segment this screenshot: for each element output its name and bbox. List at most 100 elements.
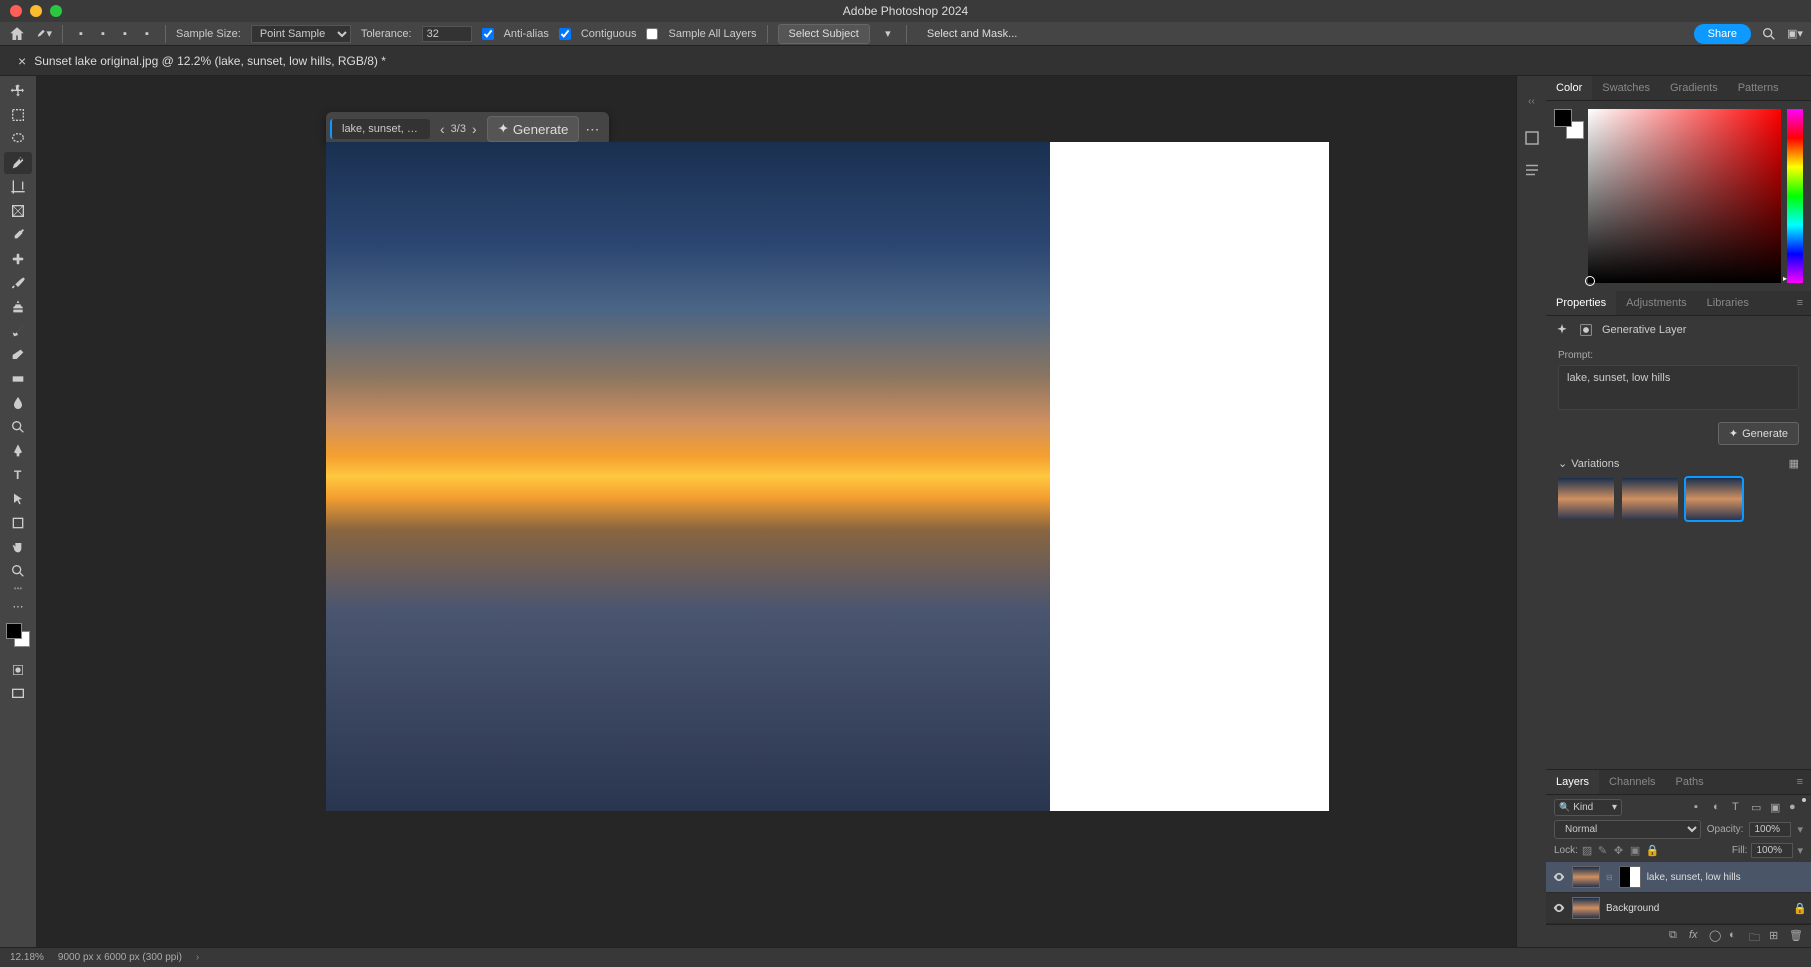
layer-name[interactable]: Background [1606, 903, 1659, 914]
marquee-tool[interactable] [4, 104, 32, 126]
variations-toggle[interactable]: ⌄ Variations [1558, 457, 1619, 470]
lock-transparency-icon[interactable]: ▨ [1582, 844, 1595, 857]
tab-layers[interactable]: Layers [1546, 770, 1599, 794]
opacity-input[interactable] [1749, 822, 1791, 837]
tab-properties[interactable]: Properties [1546, 291, 1616, 315]
eyedropper-tool[interactable] [4, 224, 32, 246]
maximize-window-button[interactable] [50, 5, 62, 17]
group-icon[interactable]: 🗀 [1749, 929, 1763, 943]
variation-thumb-2[interactable] [1622, 478, 1678, 520]
color-preview[interactable] [1554, 109, 1578, 133]
filter-adjustment-icon[interactable]: ◐ [1713, 801, 1727, 815]
quick-mask-mode[interactable] [4, 659, 32, 681]
select-and-mask-button[interactable]: Select and Mask... [917, 25, 1028, 43]
tab-libraries[interactable]: Libraries [1697, 291, 1759, 315]
hand-tool[interactable] [4, 536, 32, 558]
foreground-color[interactable] [6, 623, 22, 639]
layer-row[interactable]: ⊟ lake, sunset, low hills [1546, 862, 1811, 893]
panel-menu-icon[interactable]: ≡ [1789, 291, 1811, 315]
adjustment-layer-icon[interactable]: ◐ [1729, 929, 1743, 943]
tab-channels[interactable]: Channels [1599, 770, 1665, 794]
next-variation-button[interactable]: › [472, 121, 477, 137]
gen-prompt-display[interactable]: lake, sunset, lo... [330, 119, 430, 139]
visibility-toggle-icon[interactable] [1552, 870, 1566, 884]
tab-swatches[interactable]: Swatches [1592, 76, 1660, 100]
close-tab-icon[interactable]: × [18, 53, 26, 69]
lock-pixels-icon[interactable]: ✎ [1598, 844, 1611, 857]
zoom-tool[interactable] [4, 560, 32, 582]
variation-thumb-1[interactable] [1558, 478, 1614, 520]
shape-tool[interactable] [4, 512, 32, 534]
layer-row[interactable]: Background 🔒 [1546, 893, 1811, 924]
tab-paths[interactable]: Paths [1666, 770, 1714, 794]
color-swatch[interactable] [6, 623, 30, 647]
color-field-picker[interactable] [1588, 109, 1781, 283]
gradient-tool[interactable] [4, 368, 32, 390]
delete-layer-icon[interactable]: 🗑 [1789, 929, 1803, 943]
zoom-level[interactable]: 12.18% [10, 952, 44, 963]
lasso-tool[interactable] [4, 128, 32, 150]
tab-gradients[interactable]: Gradients [1660, 76, 1728, 100]
filter-type-icon[interactable]: T [1732, 801, 1746, 815]
home-button[interactable] [8, 25, 26, 43]
layer-filter-kind[interactable]: 🔍Kind▾ [1554, 799, 1622, 816]
filter-toggle-icon[interactable]: ● [1789, 801, 1803, 815]
active-tool-icon[interactable]: ▾ [36, 26, 52, 42]
search-icon[interactable] [1761, 26, 1777, 42]
more-options-icon[interactable]: ⋯ [579, 121, 605, 138]
variation-thumb-3[interactable] [1686, 478, 1742, 520]
layer-mask-thumbnail[interactable] [1619, 866, 1641, 888]
properties-generate-button[interactable]: ✦ Generate [1718, 422, 1799, 445]
history-brush-tool[interactable] [4, 320, 32, 342]
document-dimensions[interactable]: 9000 px x 6000 px (300 ppi) [58, 952, 182, 963]
document-tab[interactable]: × Sunset lake original.jpg @ 12.2% (lake… [10, 53, 394, 69]
select-subject-button[interactable]: Select Subject [778, 24, 870, 44]
clone-stamp-tool[interactable] [4, 296, 32, 318]
lock-all-icon[interactable]: 🔒 [1646, 844, 1659, 857]
workspace-icon[interactable]: ▣▾ [1787, 26, 1803, 42]
tab-adjustments[interactable]: Adjustments [1616, 291, 1697, 315]
anti-alias-checkbox[interactable] [482, 28, 494, 40]
lock-position-icon[interactable]: ✥ [1614, 844, 1627, 857]
eraser-tool[interactable] [4, 344, 32, 366]
edit-toolbar[interactable]: ⋯ [4, 595, 32, 617]
fill-input[interactable] [1751, 843, 1793, 858]
sample-all-checkbox[interactable] [646, 28, 658, 40]
panel-menu-icon[interactable]: ≡ [1789, 770, 1811, 794]
healing-tool[interactable] [4, 248, 32, 270]
new-selection-icon[interactable]: ▪ [73, 26, 89, 42]
grid-view-icon[interactable]: ▦ [1789, 457, 1799, 470]
layer-name[interactable]: lake, sunset, low hills [1647, 872, 1741, 883]
magic-wand-tool[interactable] [4, 152, 32, 174]
link-layers-icon[interactable]: ⧉ [1669, 929, 1683, 943]
intersect-selection-icon[interactable]: ▪ [139, 26, 155, 42]
filter-pixel-icon[interactable]: ▪ [1694, 801, 1708, 815]
layer-thumbnail[interactable] [1572, 897, 1600, 919]
select-subject-dropdown[interactable]: ▾ [880, 26, 896, 42]
status-chevron-icon[interactable]: › [196, 952, 199, 963]
blend-mode-select[interactable]: Normal [1554, 820, 1701, 839]
blur-tool[interactable] [4, 392, 32, 414]
frame-tool[interactable] [4, 200, 32, 222]
layer-mask-icon[interactable]: ◯ [1709, 929, 1723, 943]
collapsed-panel-icon[interactable] [1523, 161, 1541, 179]
add-selection-icon[interactable]: ▪ [95, 26, 111, 42]
filter-shape-icon[interactable]: ▭ [1751, 801, 1765, 815]
filter-smart-icon[interactable]: ▣ [1770, 801, 1784, 815]
prompt-textarea[interactable]: lake, sunset, low hills [1558, 365, 1799, 410]
close-window-button[interactable] [10, 5, 22, 17]
tab-patterns[interactable]: Patterns [1728, 76, 1789, 100]
subtract-selection-icon[interactable]: ▪ [117, 26, 133, 42]
fx-icon[interactable]: fx [1689, 929, 1703, 943]
pen-tool[interactable] [4, 440, 32, 462]
type-tool[interactable]: T [4, 464, 32, 486]
collapsed-panel-icon[interactable] [1523, 129, 1541, 147]
prev-variation-button[interactable]: ‹ [440, 121, 445, 137]
new-layer-icon[interactable]: ⊞ [1769, 929, 1783, 943]
document-canvas[interactable] [326, 142, 1329, 811]
foreground-square[interactable] [1554, 109, 1572, 127]
dodge-tool[interactable] [4, 416, 32, 438]
crop-tool[interactable] [4, 176, 32, 198]
share-button[interactable]: Share [1694, 24, 1751, 44]
brush-tool[interactable] [4, 272, 32, 294]
